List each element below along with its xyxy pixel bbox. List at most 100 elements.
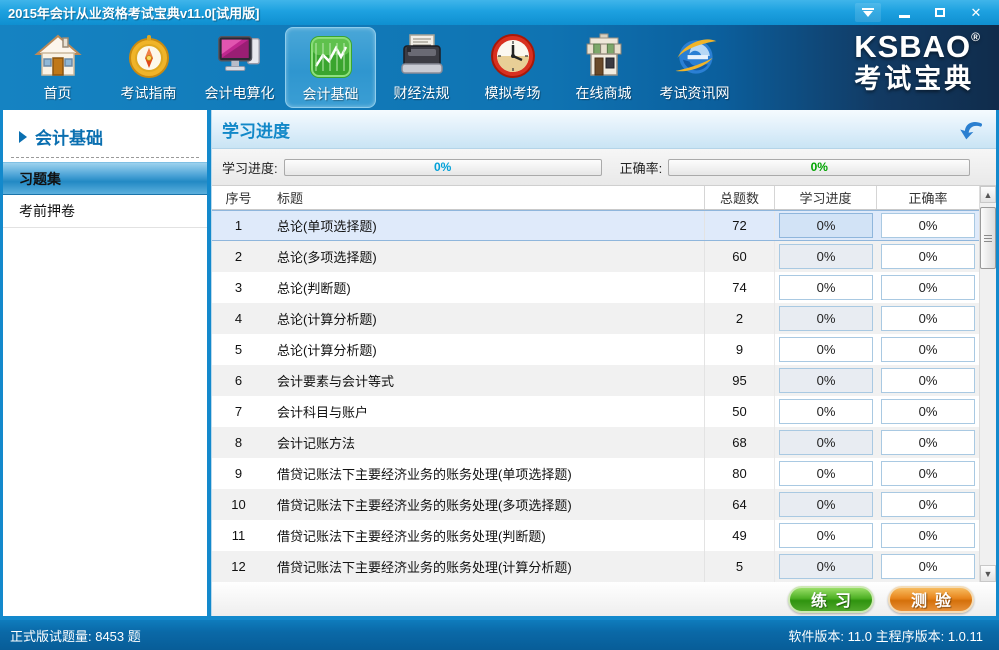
row-total-questions: 49 bbox=[705, 520, 775, 551]
table-row[interactable]: 3总论(判断题)740%0% bbox=[212, 272, 979, 303]
row-accuracy-cell: 0% bbox=[877, 337, 979, 362]
computer-icon bbox=[215, 31, 265, 81]
nav-item-8[interactable]: 考试资讯网 bbox=[649, 27, 740, 108]
nav-item-label: 会计电算化 bbox=[205, 83, 275, 103]
row-number: 2 bbox=[212, 249, 265, 264]
row-progress-value: 0% bbox=[779, 492, 873, 517]
row-accuracy-value: 0% bbox=[881, 430, 975, 455]
table-row[interactable]: 2总论(多项选择题)600%0% bbox=[212, 241, 979, 272]
titlebar: 2015年会计从业资格考试宝典v11.0[试用版] ✕ bbox=[0, 0, 999, 25]
row-total-questions: 5 bbox=[705, 551, 775, 582]
row-progress-cell: 0% bbox=[775, 461, 877, 486]
sidebar: 会计基础 习题集考前押卷 bbox=[3, 110, 211, 616]
table-row[interactable]: 10借贷记账法下主要经济业务的账务处理(多项选择题)640%0% bbox=[212, 489, 979, 520]
row-accuracy-cell: 0% bbox=[877, 554, 979, 579]
table-row[interactable]: 4总论(计算分析题)20%0% bbox=[212, 303, 979, 334]
scroll-up-button[interactable]: ▲ bbox=[980, 186, 996, 203]
row-total-questions: 95 bbox=[705, 365, 775, 396]
nav-item-1[interactable]: 首页 bbox=[12, 27, 103, 108]
ie-icon bbox=[670, 31, 720, 81]
row-accuracy-cell: 0% bbox=[877, 275, 979, 300]
logo-text-cn: 考试宝典 bbox=[854, 66, 981, 93]
study-progress-bar: 0% bbox=[284, 159, 602, 176]
study-progress-value: 0% bbox=[434, 160, 451, 174]
table-row[interactable]: 5总论(计算分析题)90%0% bbox=[212, 334, 979, 365]
arrow-down-icon: ▼ bbox=[984, 569, 993, 579]
scroll-down-button[interactable]: ▼ bbox=[980, 565, 996, 582]
test-button[interactable]: 测验 bbox=[888, 586, 974, 613]
chart-icon bbox=[306, 32, 356, 82]
table-row[interactable]: 11借贷记账法下主要经济业务的账务处理(判断题)490%0% bbox=[212, 520, 979, 551]
row-progress-value: 0% bbox=[779, 430, 873, 455]
table-row[interactable]: 8会计记账方法680%0% bbox=[212, 427, 979, 458]
row-number: 12 bbox=[212, 559, 265, 574]
back-arrow-icon[interactable] bbox=[956, 114, 986, 144]
sidebar-item-1[interactable]: 习题集 bbox=[3, 162, 207, 195]
table-row[interactable]: 9借贷记账法下主要经济业务的账务处理(单项选择题)800%0% bbox=[212, 458, 979, 489]
row-number: 10 bbox=[212, 497, 265, 512]
scroll-thumb[interactable] bbox=[980, 207, 996, 269]
nav-item-label: 考试资讯网 bbox=[660, 83, 730, 103]
row-accuracy-value: 0% bbox=[881, 306, 975, 331]
accuracy-value: 0% bbox=[811, 160, 828, 174]
minimize-button[interactable] bbox=[891, 3, 917, 22]
row-title: 总论(计算分析题) bbox=[265, 303, 705, 334]
col-header-total: 总题数 bbox=[705, 186, 775, 209]
row-title: 会计记账方法 bbox=[265, 427, 705, 458]
triangle-right-icon bbox=[19, 131, 27, 143]
row-accuracy-value: 0% bbox=[881, 368, 975, 393]
accuracy-label: 正确率: bbox=[620, 158, 663, 177]
row-accuracy-cell: 0% bbox=[877, 306, 979, 331]
row-progress-value: 0% bbox=[779, 213, 873, 238]
row-progress-cell: 0% bbox=[775, 368, 877, 393]
row-accuracy-cell: 0% bbox=[877, 213, 979, 238]
nav-item-5[interactable]: 财经法规 bbox=[376, 27, 467, 108]
row-progress-value: 0% bbox=[779, 461, 873, 486]
row-progress-cell: 0% bbox=[775, 337, 877, 362]
clock-icon bbox=[488, 31, 538, 81]
nav-item-label: 在线商城 bbox=[576, 83, 632, 103]
row-number: 4 bbox=[212, 311, 265, 326]
skin-menu-button[interactable] bbox=[855, 3, 881, 22]
accuracy-bar: 0% bbox=[668, 159, 970, 176]
row-number: 8 bbox=[212, 435, 265, 450]
table-row[interactable]: 1总论(单项选择题)720%0% bbox=[212, 210, 979, 241]
sidebar-item-2[interactable]: 考前押卷 bbox=[3, 195, 207, 228]
statusbar: 正式版试题量: 8453 题 软件版本: 11.0 主程序版本: 1.0.11 bbox=[0, 620, 999, 650]
close-button[interactable]: ✕ bbox=[963, 3, 989, 22]
vertical-scrollbar[interactable]: ▲ ▼ bbox=[979, 186, 996, 582]
nav-item-3[interactable]: 会计电算化 bbox=[194, 27, 285, 108]
version-info: 软件版本: 11.0 主程序版本: 1.0.11 bbox=[788, 626, 983, 645]
arrow-up-icon: ▲ bbox=[984, 190, 993, 200]
nav-item-label: 财经法规 bbox=[394, 83, 450, 103]
table-row[interactable]: 12借贷记账法下主要经济业务的账务处理(计算分析题)50%0% bbox=[212, 551, 979, 582]
row-number: 6 bbox=[212, 373, 265, 388]
sidebar-header-label: 会计基础 bbox=[35, 124, 103, 149]
row-accuracy-cell: 0% bbox=[877, 244, 979, 269]
row-progress-value: 0% bbox=[779, 368, 873, 393]
row-title: 会计科目与账户 bbox=[265, 396, 705, 427]
row-total-questions: 50 bbox=[705, 396, 775, 427]
row-accuracy-cell: 0% bbox=[877, 368, 979, 393]
table-row[interactable]: 7会计科目与账户500%0% bbox=[212, 396, 979, 427]
nav-item-label: 首页 bbox=[44, 83, 72, 103]
row-total-questions: 9 bbox=[705, 334, 775, 365]
main-area: 会计基础 习题集考前押卷 学习进度 学习进度: 0% 正确率: 0% bbox=[0, 110, 999, 620]
row-total-questions: 72 bbox=[705, 211, 775, 240]
scroll-track[interactable] bbox=[980, 203, 996, 565]
nav-item-6[interactable]: 模拟考场 bbox=[467, 27, 558, 108]
maximize-button[interactable] bbox=[927, 3, 953, 22]
nav-item-2[interactable]: 考试指南 bbox=[103, 27, 194, 108]
row-accuracy-cell: 0% bbox=[877, 430, 979, 455]
nav-items: 首页 考试指南会计电算化会计基础财经法规模拟考场在线商城 考试资讯网 bbox=[12, 25, 740, 110]
logo-text-en: KSBAO® bbox=[854, 31, 981, 62]
nav-item-7[interactable]: 在线商城 bbox=[558, 27, 649, 108]
table-row[interactable]: 6会计要素与会计等式950%0% bbox=[212, 365, 979, 396]
content-header: 学习进度 bbox=[212, 110, 996, 149]
practice-button[interactable]: 练习 bbox=[788, 586, 874, 613]
row-progress-cell: 0% bbox=[775, 523, 877, 548]
study-progress-label: 学习进度: bbox=[222, 158, 278, 177]
nav-item-4[interactable]: 会计基础 bbox=[285, 27, 376, 108]
row-accuracy-value: 0% bbox=[881, 275, 975, 300]
table-body: 1总论(单项选择题)720%0%2总论(多项选择题)600%0%3总论(判断题)… bbox=[212, 210, 979, 582]
